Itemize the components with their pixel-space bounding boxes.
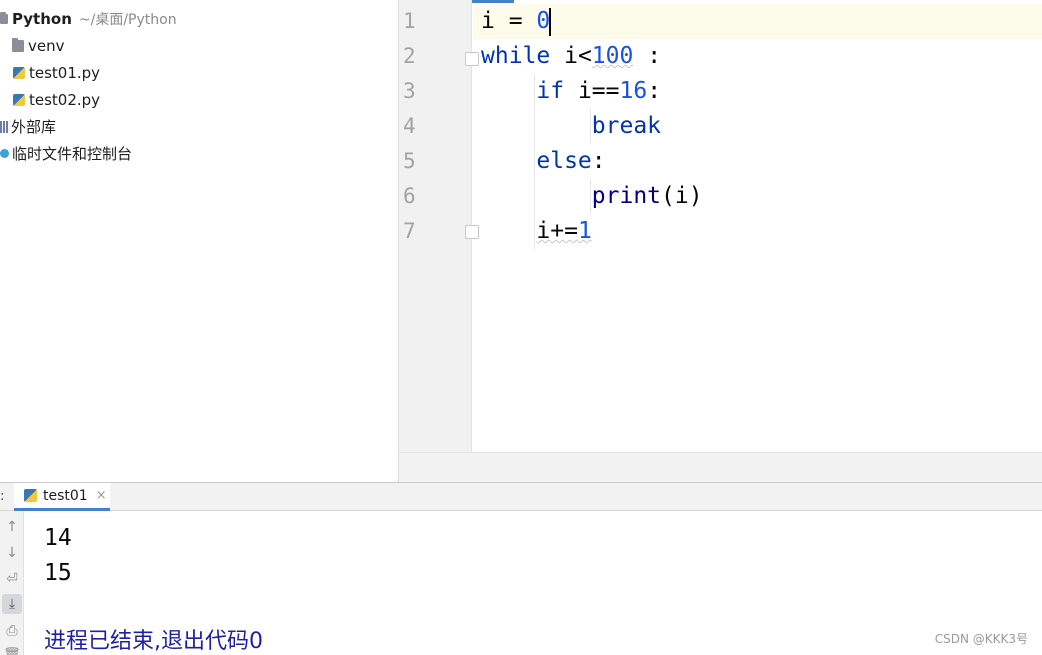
code-line-6[interactable]: print(i): [481, 179, 703, 214]
library-icon: [0, 120, 8, 133]
line-number: 5: [403, 149, 416, 173]
python-file-icon: [24, 489, 37, 502]
line-number: 4: [403, 114, 416, 138]
line-number: 1: [403, 9, 416, 33]
code-token: while: [481, 43, 551, 69]
run-header-label: :: [0, 489, 5, 504]
scroll-to-end-icon[interactable]: ⤓: [2, 594, 22, 614]
run-tool-window-header: : test01 ×: [0, 483, 1042, 511]
code-line-7[interactable]: i+=1: [481, 214, 592, 249]
run-tab-label: test01: [43, 487, 88, 504]
tree-item-label: test02.py: [29, 90, 101, 109]
console-output[interactable]: 13 14 15 进程已结束,退出代码0: [44, 511, 1034, 655]
line-number: 7: [403, 219, 416, 243]
watermark: CSDN @KKK3号: [934, 632, 1028, 646]
code-editor[interactable]: 1 2 3 4 5 6 7 i = 0 while i<100 : if i==…: [398, 0, 1042, 482]
tree-item-test02[interactable]: test02.py: [13, 86, 100, 113]
code-token: :: [633, 43, 662, 69]
scroll-up-arrow-icon[interactable]: ↑: [2, 517, 22, 537]
code-token: 100: [591, 43, 634, 69]
code-token: 1: [577, 218, 592, 244]
folder-icon: [12, 37, 24, 52]
code-token: print: [591, 183, 662, 209]
code-token: break: [591, 113, 662, 139]
line-number-gutter[interactable]: 1 2 3 4 5 6 7: [399, 0, 472, 452]
code-line-4[interactable]: break: [481, 109, 661, 144]
fold-marker-icon[interactable]: [465, 225, 479, 239]
tree-item-label: 临时文件和控制台: [12, 145, 133, 163]
fold-marker-icon[interactable]: [465, 52, 479, 66]
tree-item-external-libraries[interactable]: 外部库: [0, 113, 56, 140]
console-output-line: 13: [44, 511, 72, 521]
scratch-clock-icon: [0, 149, 9, 158]
console-output-line: 14: [44, 525, 72, 551]
code-token: i: [481, 8, 495, 34]
tree-item-label: 外部库: [11, 118, 57, 136]
code-token: =: [494, 8, 537, 34]
close-icon[interactable]: ×: [96, 488, 107, 503]
editor-horizontal-scrollbar[interactable]: [399, 452, 1042, 482]
code-line-3[interactable]: if i==16:: [481, 74, 661, 109]
code-token: :: [591, 148, 606, 174]
folder-icon: [0, 11, 8, 24]
scroll-down-arrow-icon[interactable]: ↓: [2, 543, 22, 563]
code-token: i==: [564, 78, 620, 104]
code-line-2[interactable]: while i<100 :: [481, 39, 661, 74]
code-token: i+=: [536, 218, 578, 244]
python-file-icon: [13, 93, 25, 106]
project-name: Python: [12, 9, 72, 28]
run-toolbar: ↑ ↓ ⏎ ⤓ ⎙ 🗑: [0, 511, 24, 655]
soft-wrap-icon[interactable]: ⏎: [2, 569, 22, 589]
process-exit-message: 进程已结束,退出代码0: [44, 629, 263, 654]
text-caret: [549, 8, 551, 36]
code-token: 16: [619, 78, 648, 104]
python-file-icon: [13, 66, 25, 79]
console-output-line: 15: [44, 560, 72, 586]
code-token: else: [536, 148, 592, 174]
code-token: if: [536, 78, 565, 104]
code-token: i<: [550, 43, 592, 69]
line-number: 2: [403, 44, 416, 68]
run-tool-window: : test01 × ↑ ↓ ⏎ ⤓ ⎙ 🗑 13 14 15 进程已结束,退出…: [0, 482, 1042, 655]
project-path: ~/桌面/Python: [78, 11, 177, 28]
tree-item-venv[interactable]: venv: [12, 32, 65, 59]
code-line-1[interactable]: i = 0: [481, 4, 550, 39]
tree-item-label: venv: [28, 36, 65, 55]
project-root-row[interactable]: Python ~/桌面/Python: [0, 5, 177, 32]
code-token: (i): [661, 183, 703, 209]
project-tool-window: Python ~/桌面/Python venv test01.py test02…: [0, 0, 398, 482]
tree-item-label: test01.py: [29, 63, 101, 82]
current-line-highlight: [473, 4, 1042, 39]
line-number: 6: [403, 184, 416, 208]
trash-icon[interactable]: 🗑: [2, 645, 22, 655]
print-icon[interactable]: ⎙: [2, 621, 22, 641]
tree-item-scratches[interactable]: 临时文件和控制台: [0, 140, 132, 167]
code-line-5[interactable]: else:: [481, 144, 606, 179]
code-token: :: [647, 78, 662, 104]
line-number: 3: [403, 79, 416, 103]
tree-item-test01[interactable]: test01.py: [13, 59, 100, 86]
run-tab-test01[interactable]: test01 ×: [14, 483, 110, 511]
